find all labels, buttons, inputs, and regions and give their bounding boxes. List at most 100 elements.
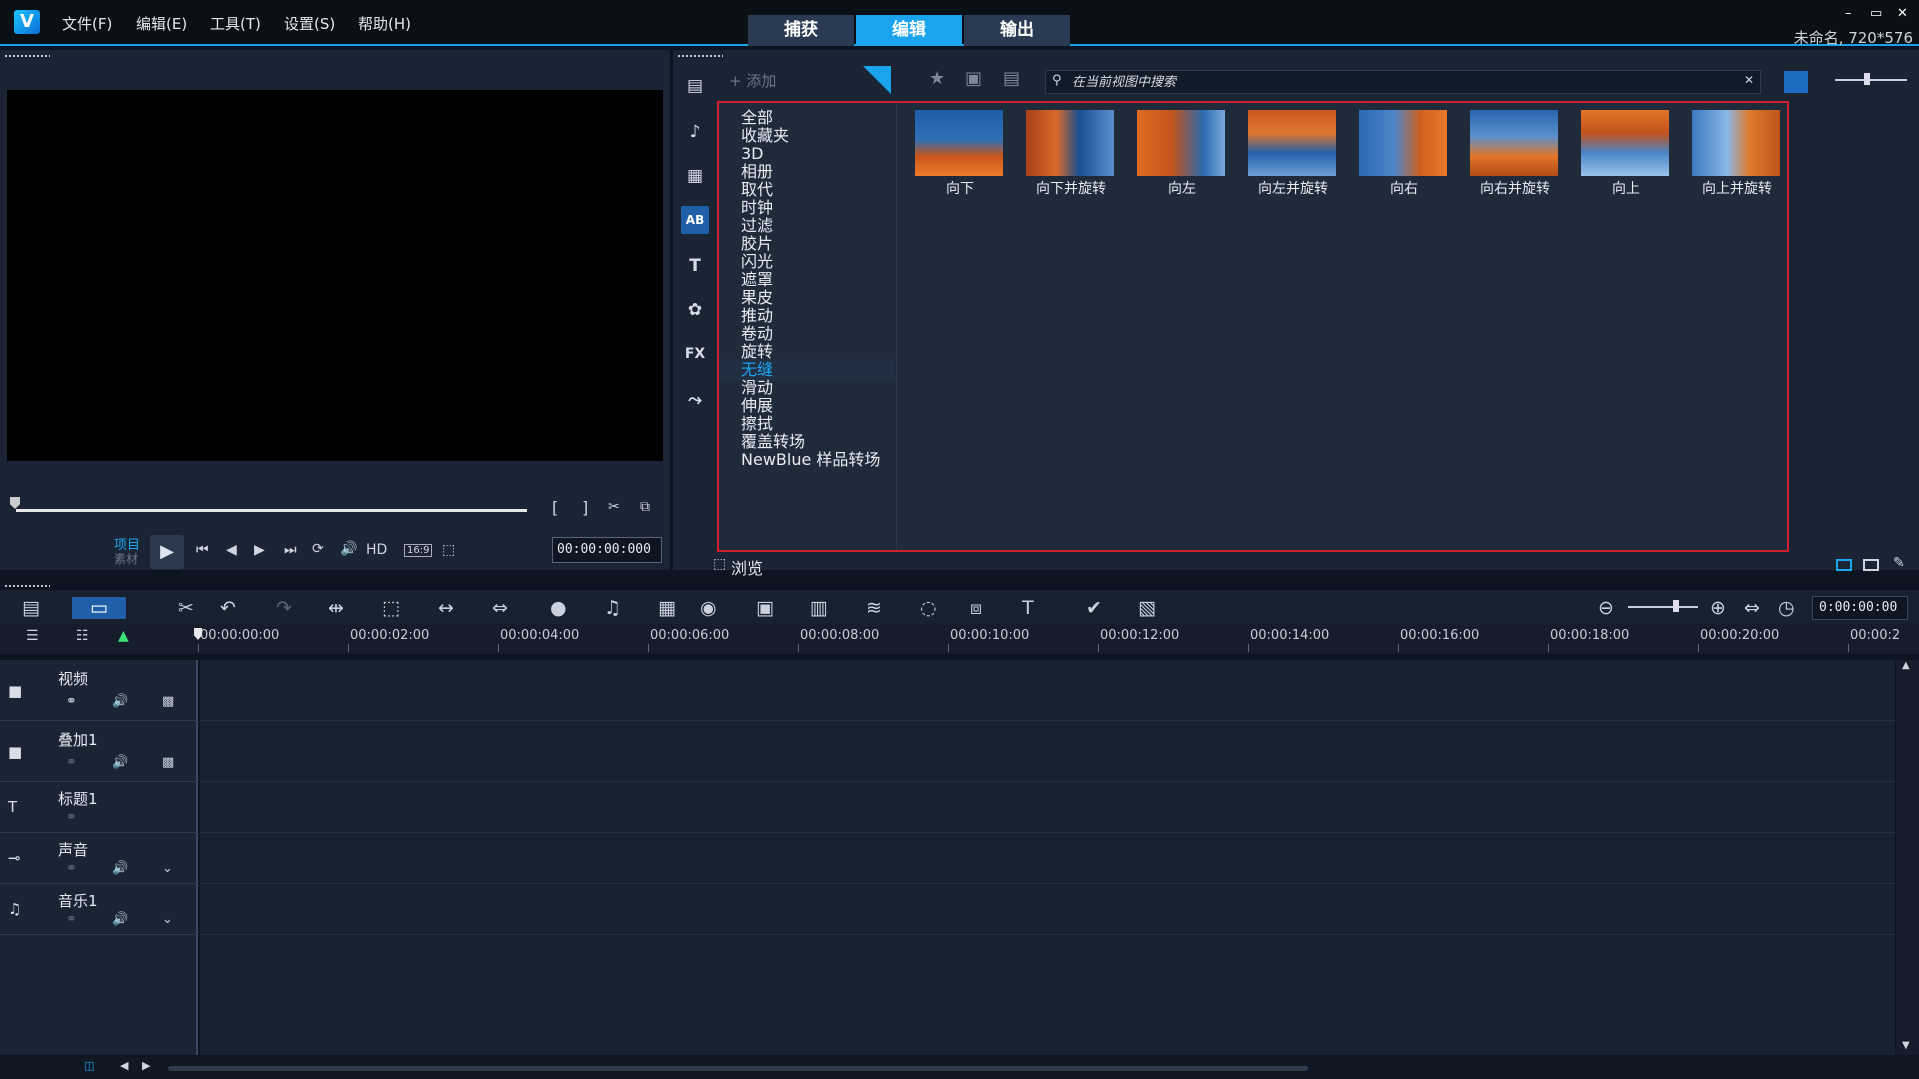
scroll-up-icon[interactable]: ▲ bbox=[1902, 660, 1910, 671]
transition-thumbnail[interactable]: 向下并旋转 bbox=[1016, 108, 1126, 197]
panel-grip-icon[interactable] bbox=[677, 54, 723, 58]
favorite-icon[interactable]: ★ bbox=[929, 68, 945, 89]
panel-grip-icon[interactable] bbox=[4, 54, 50, 58]
link-icon[interactable]: ⚭ bbox=[66, 810, 77, 825]
filter-fx-icon[interactable]: FX bbox=[681, 340, 709, 368]
volume-icon[interactable]: 🔊 bbox=[340, 541, 357, 557]
trim-icon[interactable]: ↔ bbox=[438, 597, 454, 619]
restore-button[interactable]: ▭ bbox=[1870, 6, 1882, 21]
media-icon[interactable]: ▤ bbox=[681, 72, 709, 100]
scrubber-track[interactable] bbox=[16, 509, 527, 512]
preview-screen[interactable] bbox=[7, 90, 663, 461]
hd-toggle[interactable]: HD bbox=[366, 542, 387, 558]
link-icon[interactable]: ⚭ bbox=[66, 912, 77, 927]
prev-frame-icon[interactable]: ◀ bbox=[226, 542, 237, 558]
timeline-zoom-slider[interactable] bbox=[1628, 606, 1698, 608]
track-lane-video[interactable] bbox=[200, 660, 1895, 721]
panel-grip-icon[interactable] bbox=[4, 584, 50, 588]
track-lane-title[interactable] bbox=[200, 782, 1895, 833]
aspect-ratio-select[interactable]: 16:9 bbox=[404, 544, 433, 557]
undo-icon[interactable]: ↶ bbox=[220, 597, 236, 619]
copy-icon[interactable]: ▣ bbox=[965, 68, 982, 89]
link-icon[interactable]: ⚭ bbox=[66, 861, 77, 876]
preview-timecode[interactable]: 00:00:00:000 bbox=[552, 537, 662, 563]
enlarge-preview-icon[interactable]: ⧉ bbox=[640, 499, 650, 515]
stabilize-icon[interactable]: ▧ bbox=[1138, 597, 1156, 619]
timeline-zoom-thumb[interactable] bbox=[1673, 600, 1679, 612]
scroll-down-icon[interactable]: ▼ bbox=[1902, 1040, 1910, 1051]
chapter-icon[interactable]: ☷ bbox=[76, 628, 89, 644]
minimize-button[interactable]: – bbox=[1845, 6, 1852, 21]
clear-search-icon[interactable]: ✕ bbox=[1744, 73, 1754, 87]
go-start-icon[interactable]: ⏮ bbox=[196, 542, 209, 558]
ripple-icon[interactable]: ▩ bbox=[162, 694, 174, 709]
graphic-icon[interactable]: ✿ bbox=[681, 296, 709, 324]
link-icon[interactable]: ⚭ bbox=[66, 694, 77, 709]
menu-settings[interactable]: 设置(S) bbox=[284, 13, 335, 34]
scrubber-handle[interactable] bbox=[10, 497, 20, 509]
browse-icon[interactable]: ⬚ bbox=[713, 556, 726, 572]
scroll-left-icon[interactable]: ◀ bbox=[120, 1059, 128, 1072]
stretch-icon[interactable]: ⇔ bbox=[492, 597, 508, 619]
timeline-tracks[interactable] bbox=[200, 660, 1895, 1055]
track-lane-overlay[interactable] bbox=[200, 721, 1895, 782]
3d-title-icon[interactable]: T bbox=[1022, 597, 1034, 619]
audio-mixer-icon[interactable]: ♫ bbox=[604, 597, 621, 619]
mark-in-icon[interactable]: [ bbox=[552, 498, 558, 517]
scene-icon[interactable]: ▦ bbox=[658, 597, 676, 619]
redo-icon[interactable]: ↷ bbox=[276, 597, 292, 619]
view-toggle-button[interactable] bbox=[1784, 71, 1808, 93]
fit-project-icon[interactable]: ⇹ bbox=[328, 597, 344, 619]
mode-clip[interactable]: 素材 bbox=[114, 550, 138, 567]
timeline-view-icon[interactable]: ▭ bbox=[72, 597, 126, 619]
timeline-scale-icon[interactable]: ◫ bbox=[84, 1059, 94, 1072]
play-button[interactable]: ▶ bbox=[150, 535, 184, 569]
menu-file[interactable]: 文件(F) bbox=[62, 13, 112, 34]
search-input[interactable] bbox=[1072, 71, 1732, 93]
menu-tools[interactable]: 工具(T) bbox=[210, 13, 261, 34]
zoom-in-icon[interactable]: ⊕ bbox=[1710, 597, 1726, 619]
transition-thumbnail[interactable]: 向右 bbox=[1349, 108, 1459, 197]
timeline-timecode[interactable]: 0:00:00:00 bbox=[1812, 596, 1908, 620]
transition-thumbnail[interactable]: 向上 bbox=[1571, 108, 1681, 197]
transition-thumbnail[interactable]: 向左并旋转 bbox=[1238, 108, 1348, 197]
tab-capture[interactable]: 捕获 bbox=[748, 15, 854, 46]
title-icon[interactable]: T bbox=[681, 252, 709, 280]
transition-thumbnail[interactable]: 向上并旋转 bbox=[1682, 108, 1792, 197]
add-marker-icon[interactable]: ▲ bbox=[118, 628, 129, 644]
rotate-icon[interactable]: ◌ bbox=[920, 597, 937, 619]
fit-timeline-icon[interactable]: ⇔ bbox=[1744, 597, 1760, 619]
tab-output[interactable]: 输出 bbox=[964, 15, 1070, 46]
browse-button[interactable]: 浏览 bbox=[731, 555, 763, 579]
ripple-icon[interactable]: ▩ bbox=[162, 755, 174, 770]
add-button[interactable]: + 添加 bbox=[729, 70, 776, 91]
transition-icon[interactable]: AB bbox=[681, 206, 709, 234]
track-lane-voice[interactable] bbox=[200, 833, 1895, 884]
transition-thumbnail[interactable]: 向下 bbox=[905, 108, 1015, 197]
transition-thumbnail[interactable]: 向右并旋转 bbox=[1460, 108, 1570, 197]
mask-icon[interactable]: ✔ bbox=[1086, 597, 1102, 619]
vertical-scrollbar[interactable]: ▲ ▼ bbox=[1896, 660, 1919, 1055]
zoom-out-icon[interactable]: ⊖ bbox=[1598, 597, 1614, 619]
apply-all-icon[interactable]: ▤ bbox=[1003, 68, 1020, 89]
motion-path-icon[interactable]: ⤳ bbox=[681, 386, 709, 414]
track-lane-music[interactable] bbox=[200, 884, 1895, 935]
edit-icon[interactable]: ✎ bbox=[1893, 555, 1905, 571]
horizontal-scrollbar[interactable] bbox=[168, 1066, 1308, 1071]
next-frame-icon[interactable]: ▶ bbox=[254, 542, 265, 558]
motion-icon[interactable]: ≋ bbox=[866, 597, 882, 619]
grid-view-icon[interactable] bbox=[1863, 559, 1879, 571]
mute-icon[interactable]: 🔊 bbox=[112, 755, 128, 770]
category-item[interactable]: NewBlue 样品转场 bbox=[719, 449, 895, 471]
menu-edit[interactable]: 编辑(E) bbox=[136, 13, 187, 34]
record-icon[interactable]: ● bbox=[550, 597, 567, 619]
template-icon[interactable]: ▦ bbox=[681, 162, 709, 190]
thumbnail-size-slider[interactable] bbox=[1835, 79, 1907, 81]
close-button[interactable]: ✕ bbox=[1897, 6, 1908, 21]
instant-project-icon[interactable]: ♪ bbox=[681, 118, 709, 146]
mark-out-icon[interactable]: ] bbox=[582, 498, 588, 517]
display-mode-icon[interactable]: ⬚ bbox=[442, 542, 455, 558]
transition-thumbnail[interactable]: 向左 bbox=[1127, 108, 1237, 197]
expand-icon[interactable]: ⌄ bbox=[162, 912, 173, 927]
smart-proxy-icon[interactable]: ⬚ bbox=[382, 597, 400, 619]
